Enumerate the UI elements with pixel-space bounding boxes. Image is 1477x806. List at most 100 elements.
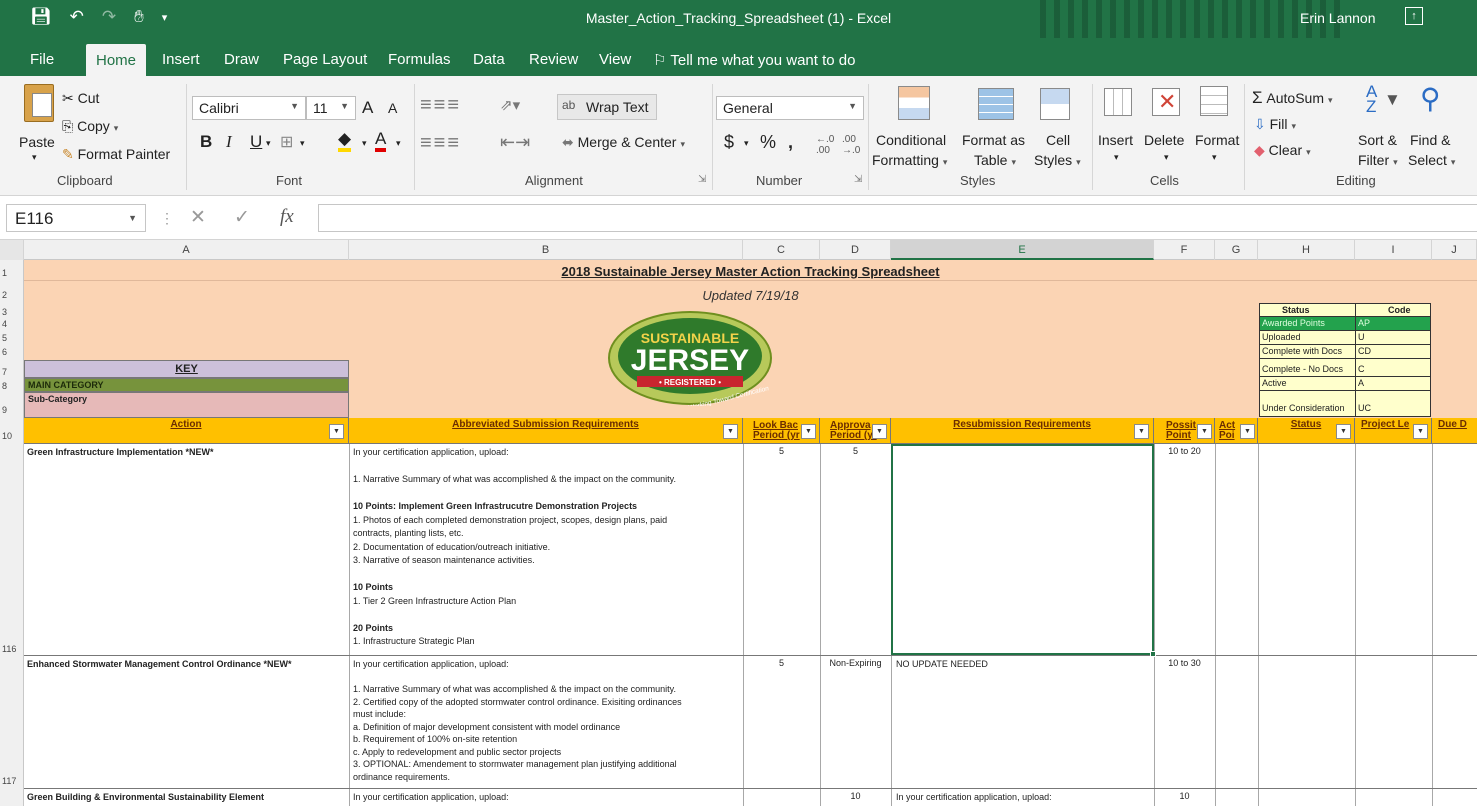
decrease-decimal-icon[interactable]: .00 →.0 <box>842 134 860 156</box>
horizontal-align-icons[interactable]: ≡≡≡ <box>420 132 461 155</box>
column-header-d[interactable]: D <box>820 240 891 260</box>
cancel-icon[interactable]: ✕ <box>190 206 206 229</box>
row-header[interactable]: 116 <box>0 644 24 654</box>
find-select-label-2[interactable]: Select ▾ <box>1408 152 1455 168</box>
column-header-e[interactable]: E <box>891 240 1154 260</box>
dialog-launcher-icon[interactable]: ⇲ <box>698 174 706 185</box>
autosum-button[interactable]: Σ AutoSum ▾ <box>1252 88 1333 108</box>
cell-d116[interactable]: 5 <box>820 446 891 456</box>
cell-a117[interactable]: Enhanced Stormwater Management Control O… <box>27 658 292 672</box>
tab-view[interactable]: View <box>599 51 631 68</box>
currency-dropdown-icon[interactable]: ▾ <box>744 138 749 149</box>
font-color-dropdown-icon[interactable]: ▾ <box>396 138 401 149</box>
tab-file[interactable]: File <box>30 51 54 68</box>
cell-f118[interactable]: 10 <box>1154 791 1215 801</box>
filter-dropdown-icon[interactable]: ▼ <box>1197 424 1212 439</box>
cell-a118[interactable]: Green Building & Environmental Sustainab… <box>27 791 264 805</box>
header-abbreviated-requirements[interactable]: Abbreviated Submission Requirements ▼ <box>349 418 743 444</box>
row-header[interactable]: 117 <box>0 776 24 786</box>
copy-button[interactable]: ⎘ Copy ▾ <box>62 118 118 135</box>
column-header-h[interactable]: H <box>1258 240 1355 260</box>
insert-cells-icon[interactable] <box>1104 88 1132 116</box>
tab-insert[interactable]: Insert <box>162 51 200 68</box>
format-cells-icon[interactable] <box>1200 86 1228 116</box>
currency-button[interactable]: $ <box>724 132 734 153</box>
cut-button[interactable]: ✂ Cut <box>62 90 99 107</box>
paste-button[interactable]: Paste <box>19 134 55 150</box>
wrap-text-button[interactable]: ab Wrap Text <box>557 94 657 120</box>
borders-dropdown-icon[interactable]: ▾ <box>300 138 305 149</box>
cell-styles-label-2[interactable]: Styles ▾ <box>1034 152 1081 168</box>
cell-b117[interactable]: In your certification application, uploa… <box>353 658 741 788</box>
delete-dropdown-icon[interactable]: ▾ <box>1164 152 1169 163</box>
enter-icon[interactable]: ✓ <box>234 206 250 229</box>
cell-f116[interactable]: 10 to 20 <box>1154 446 1215 456</box>
tab-review[interactable]: Review <box>529 51 578 68</box>
select-all-corner[interactable] <box>0 240 24 260</box>
user-name[interactable]: Erin Lannon <box>1300 10 1376 26</box>
insert-dropdown-icon[interactable]: ▾ <box>1114 152 1119 163</box>
row-header[interactable]: 1 <box>0 268 24 278</box>
conditional-formatting-button[interactable]: Conditional <box>876 132 946 148</box>
conditional-formatting-label-2[interactable]: Formatting ▾ <box>872 152 947 168</box>
sheet-updated[interactable]: Updated 7/19/18 <box>24 288 1477 303</box>
bold-button[interactable]: B <box>200 132 212 152</box>
row-header[interactable]: 6 <box>0 347 24 357</box>
cell-a116[interactable]: Green Infrastructure Implementation *NEW… <box>27 446 214 460</box>
cell-d118[interactable]: 10 <box>820 791 891 801</box>
cell-d117[interactable]: Non-Expiring <box>820 658 891 668</box>
sort-filter-label-2[interactable]: Filter ▾ <box>1358 152 1398 168</box>
row-header[interactable]: 4 <box>0 319 24 329</box>
find-select-icon[interactable]: ⚲ <box>1420 82 1441 115</box>
header-due-date[interactable]: Due D <box>1432 418 1477 444</box>
format-painter-button[interactable]: ✎ Format Painter <box>62 146 170 163</box>
filter-dropdown-icon[interactable]: ▼ <box>1134 424 1149 439</box>
column-header-b[interactable]: B <box>349 240 743 260</box>
increase-decimal-icon[interactable]: ←.0.00 <box>816 134 834 156</box>
name-box[interactable]: E116 ▼ <box>6 204 146 232</box>
cell-b116[interactable]: In your certification application, uploa… <box>353 446 741 654</box>
row-header[interactable]: 3 <box>0 307 24 317</box>
font-name-select[interactable]: Calibri ▼ <box>192 96 306 120</box>
underline-dropdown-icon[interactable]: ▾ <box>266 138 271 149</box>
format-as-table-label-2[interactable]: Table ▾ <box>974 152 1016 168</box>
header-resubmission[interactable]: Resubmission Requirements ▼ <box>891 418 1154 444</box>
key-main-category[interactable]: MAIN CATEGORY <box>24 378 349 392</box>
sort-filter-icon[interactable]: AZ <box>1366 83 1377 115</box>
filter-dropdown-icon[interactable]: ▼ <box>872 424 887 439</box>
cell-b118[interactable]: In your certification application, uploa… <box>353 791 509 805</box>
italic-button[interactable]: I <box>226 132 232 152</box>
tab-home[interactable]: Home <box>86 44 147 76</box>
grow-font-button[interactable]: A <box>362 98 373 118</box>
tab-page-layout[interactable]: Page Layout <box>283 51 367 68</box>
percent-button[interactable]: % <box>760 132 776 153</box>
filter-funnel-icon[interactable]: ▼ <box>1384 90 1401 110</box>
format-as-table-button[interactable]: Format as <box>962 132 1025 148</box>
column-header-g[interactable]: G <box>1215 240 1258 260</box>
column-header-i[interactable]: I <box>1355 240 1432 260</box>
ribbon-display-options-icon[interactable]: ↑ <box>1405 7 1423 25</box>
clear-button[interactable]: ◆ Clear ▾ <box>1254 142 1311 159</box>
insert-function-icon[interactable]: fx <box>280 206 294 228</box>
tab-data[interactable]: Data <box>473 51 505 68</box>
cell-c117[interactable]: 5 <box>743 658 820 668</box>
font-color-icon[interactable]: A <box>375 130 387 152</box>
filter-dropdown-icon[interactable]: ▼ <box>1413 424 1428 439</box>
tab-draw[interactable]: Draw <box>224 51 259 68</box>
vertical-align-icons[interactable]: ≡≡≡ <box>420 94 461 117</box>
header-actual-points[interactable]: Act Poi ▼ <box>1215 418 1258 444</box>
header-approval[interactable]: Approva Period (yr ▼ <box>820 418 891 444</box>
header-possible-points[interactable]: Possit Point ▼ <box>1154 418 1215 444</box>
comma-button[interactable]: , <box>788 132 793 153</box>
tab-formulas[interactable]: Formulas <box>388 51 451 68</box>
fill-color-dropdown-icon[interactable]: ▾ <box>362 138 367 149</box>
column-header-f[interactable]: F <box>1154 240 1215 260</box>
dialog-launcher-icon[interactable]: ⇲ <box>854 174 862 185</box>
row-header[interactable]: 10 <box>0 431 24 441</box>
format-cells-button[interactable]: Format <box>1195 132 1239 148</box>
sheet-title[interactable]: 2018 Sustainable Jersey Master Action Tr… <box>24 264 1477 279</box>
find-select-button[interactable]: Find & <box>1410 132 1450 148</box>
filter-dropdown-icon[interactable]: ▼ <box>1240 424 1255 439</box>
fill-color-icon[interactable]: ◆ <box>338 130 352 152</box>
row-header[interactable]: 7 <box>0 367 24 377</box>
